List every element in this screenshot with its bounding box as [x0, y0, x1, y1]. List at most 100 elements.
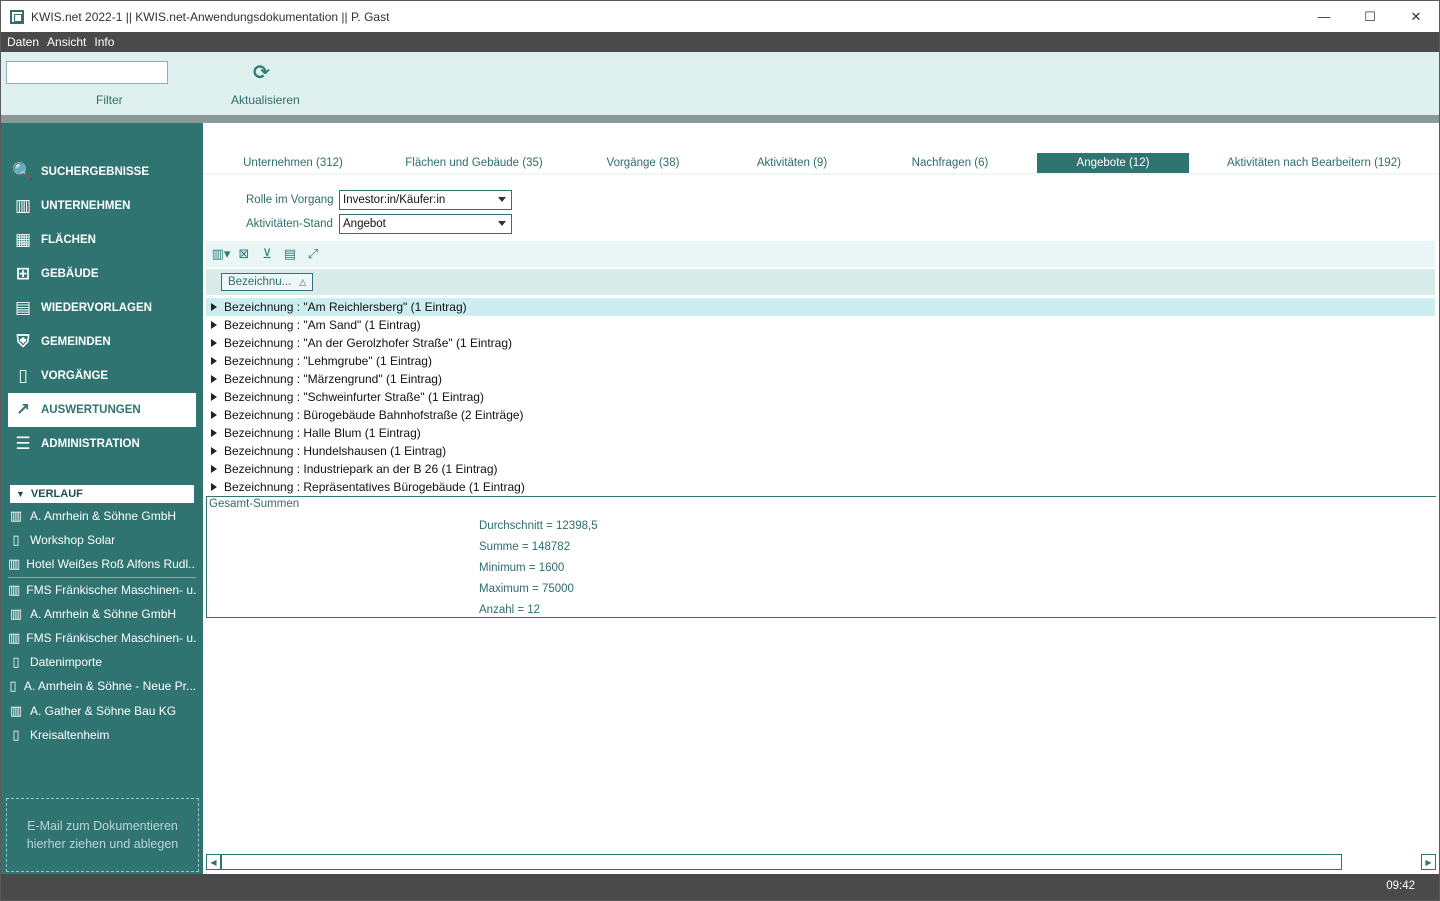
company-icon: ▥ [9, 702, 23, 718]
table-row[interactable]: Bezeichnung : Hundelshausen (1 Eintrag) [206, 442, 1435, 460]
tab-flaechen-gebaeude[interactable]: Flächen und Gebäude (35) [383, 153, 565, 173]
row-label: Bezeichnung : Industriepark an der B 26 … [224, 462, 498, 476]
expand-icon[interactable] [211, 393, 217, 401]
history-item[interactable]: ▯ Datenimporte [8, 650, 196, 674]
history-label: Datenimporte [30, 655, 103, 670]
close-button[interactable]: ✕ [1393, 1, 1439, 32]
nav-vorgaenge[interactable]: ▯ VORGÄNGE [8, 359, 196, 393]
row-label: Bezeichnung : "Am Sand" (1 Eintrag) [224, 318, 421, 332]
summary-lines: Durchschnitt = 12398,5 Summe = 148782 Mi… [479, 515, 598, 620]
nav-gemeinden[interactable]: ⛨ GEMEINDEN [8, 325, 196, 359]
layout-icon[interactable]: ▤ [280, 245, 300, 263]
horizontal-scrollbar[interactable]: ◀ ▶ [206, 854, 1438, 870]
history-item[interactable]: ▥ A. Amrhein & Söhne GmbH [8, 602, 196, 626]
history-item[interactable]: ▥ FMS Fränkischer Maschinen- u... [8, 578, 196, 602]
title-bar: KWIS.net 2022-1 || KWIS.net-Anwendungsdo… [1, 1, 1439, 32]
clear-filter-icon[interactable]: ⊠ [234, 245, 254, 263]
nav-flaechen[interactable]: ▦ FLÄCHEN [8, 223, 196, 257]
table-row[interactable]: Bezeichnung : "An der Gerolzhofer Straße… [206, 334, 1435, 352]
history-item[interactable]: ▯ Kreisaltenheim [8, 723, 196, 747]
nav-label: WIEDERVORLAGEN [41, 302, 152, 314]
main-panel: Unternehmen (312) Flächen und Gebäude (3… [203, 123, 1439, 874]
table-row[interactable]: Bezeichnung : Industriepark an der B 26 … [206, 460, 1435, 478]
stand-label: Aktivitäten-Stand [246, 218, 333, 230]
nav-label: GEBÄUDE [41, 268, 99, 280]
nav-label: AUSWERTUNGEN [41, 404, 141, 416]
summary-max: Maximum = 75000 [479, 582, 574, 595]
history-label: Hotel Weißes Roß Alfons Rudl... [26, 557, 196, 572]
history-label: A. Amrhein & Söhne - Neue Pr... [23, 679, 196, 694]
expand-icon[interactable] [211, 465, 217, 473]
expand-icon[interactable] [211, 411, 217, 419]
columns-icon[interactable]: ▥▾ [211, 245, 231, 263]
sort-asc-icon: △ [299, 276, 307, 287]
expand-icon[interactable] [211, 483, 217, 491]
expand-icon[interactable] [211, 447, 217, 455]
table-row[interactable]: Bezeichnung : Halle Blum (1 Eintrag) [206, 424, 1435, 442]
shield-icon: ⛨ [16, 332, 30, 351]
nav-label: VORGÄNGE [41, 370, 109, 382]
nav-gebaeude[interactable]: ⊞ GEBÄUDE [8, 257, 196, 291]
minimize-button[interactable]: — [1301, 1, 1347, 32]
stand-select[interactable]: Angebot [339, 214, 512, 234]
group-panel: Bezeichnu... △ [206, 269, 1435, 295]
excel-export-icon[interactable]: ⊻ [257, 245, 277, 263]
table-row[interactable]: Bezeichnung : Bürogebäude Bahnhofstraße … [206, 406, 1435, 424]
group-chip-bezeichnung[interactable]: Bezeichnu... △ [221, 273, 314, 291]
expand-icon[interactable]: ⤢ [303, 245, 323, 263]
row-label: Bezeichnung : Bürogebäude Bahnhofstraße … [224, 408, 524, 422]
table-row[interactable]: Bezeichnung : "Lehmgrube" (1 Eintrag) [206, 352, 1435, 370]
tab-aktivitaeten-bearbeiter[interactable]: Aktivitäten nach Bearbeitern (192) [1189, 153, 1439, 173]
expand-icon[interactable] [211, 321, 217, 329]
nav-auswertungen[interactable]: ↗ AUSWERTUNGEN [8, 393, 196, 427]
history-item[interactable]: ▥ A. Gather & Söhne Bau KG [8, 699, 196, 723]
nav-suchergebnisse[interactable]: 🔍 SUCHERGEBNISSE [8, 155, 196, 189]
nav-unternehmen[interactable]: ▥ UNTERNEHMEN [8, 189, 196, 223]
tab-unternehmen[interactable]: Unternehmen (312) [203, 153, 383, 173]
toolbar-separator [1, 115, 1439, 123]
rolle-value: Investor:in/Käufer:in [343, 194, 446, 206]
verlauf-header[interactable]: ▼ VERLAUF [10, 485, 194, 503]
maximize-button[interactable]: ☐ [1347, 1, 1393, 32]
rolle-select[interactable]: Investor:in/Käufer:in [339, 190, 512, 210]
refresh-button[interactable]: Aktualisieren [231, 93, 300, 107]
history-item[interactable]: ▥ A. Amrhein & Söhne GmbH [8, 504, 196, 528]
filter-input[interactable] [6, 61, 168, 84]
history-item[interactable]: ▥ Hotel Weißes Roß Alfons Rudl... [8, 552, 196, 576]
nav-administration[interactable]: ☰ ADMINISTRATION [8, 427, 196, 461]
tab-angebote[interactable]: Angebote (12) [1037, 153, 1189, 173]
window-controls: — ☐ ✕ [1301, 1, 1439, 32]
company-icon: ▥ [8, 556, 21, 572]
tab-aktivitaeten[interactable]: Aktivitäten (9) [721, 153, 863, 173]
expand-icon[interactable] [211, 429, 217, 437]
menu-info[interactable]: Info [94, 35, 114, 49]
history-label: A. Amrhein & Söhne GmbH [30, 509, 177, 524]
table-row[interactable]: Bezeichnung : Repräsentatives Bürogebäud… [206, 478, 1435, 496]
scroll-left-icon[interactable]: ◀ [206, 854, 221, 870]
row-label: Bezeichnung : "Lehmgrube" (1 Eintrag) [224, 354, 432, 368]
table-row[interactable]: Bezeichnung : "Schweinfurter Straße" (1 … [206, 388, 1435, 406]
history-item[interactable]: ▥ FMS Fränkischer Maschinen- u... [8, 626, 196, 650]
summary-sum: Summe = 148782 [479, 540, 571, 553]
nav-wiedervorlagen[interactable]: ▤ WIEDERVORLAGEN [8, 291, 196, 325]
table-row[interactable]: Bezeichnung : "Märzengrund" (1 Eintrag) [206, 370, 1435, 388]
menu-ansicht[interactable]: Ansicht [47, 35, 86, 49]
history-item[interactable]: ▯ Workshop Solar [8, 528, 196, 552]
tab-vorgaenge[interactable]: Vorgänge (38) [565, 153, 721, 173]
expand-icon[interactable] [211, 375, 217, 383]
nav-label: UNTERNEHMEN [41, 200, 131, 212]
main-nav: 🔍 SUCHERGEBNISSE ▥ UNTERNEHMEN ▦ FLÄCHEN ⊞ G… [8, 155, 196, 461]
history-item[interactable]: ▯ A. Amrhein & Söhne - Neue Pr... [8, 674, 196, 698]
tab-nachfragen[interactable]: Nachfragen (6) [863, 153, 1037, 173]
expand-icon[interactable] [211, 339, 217, 347]
scroll-right-icon[interactable]: ▶ [1421, 854, 1436, 870]
expand-icon[interactable] [211, 303, 217, 311]
table-row[interactable]: Bezeichnung : "Am Sand" (1 Eintrag) [206, 316, 1435, 334]
expand-icon[interactable] [211, 357, 217, 365]
refresh-icon[interactable]: ⟳ [253, 60, 270, 85]
email-dropzone[interactable]: E-Mail zum Dokumentieren hierher ziehen … [6, 798, 199, 872]
scroll-thumb[interactable] [221, 854, 1342, 870]
menu-daten[interactable]: Daten [7, 35, 39, 49]
company-icon: ▥ [8, 630, 21, 646]
table-row[interactable]: Bezeichnung : "Am Reichlersberg" (1 Eint… [206, 298, 1435, 316]
